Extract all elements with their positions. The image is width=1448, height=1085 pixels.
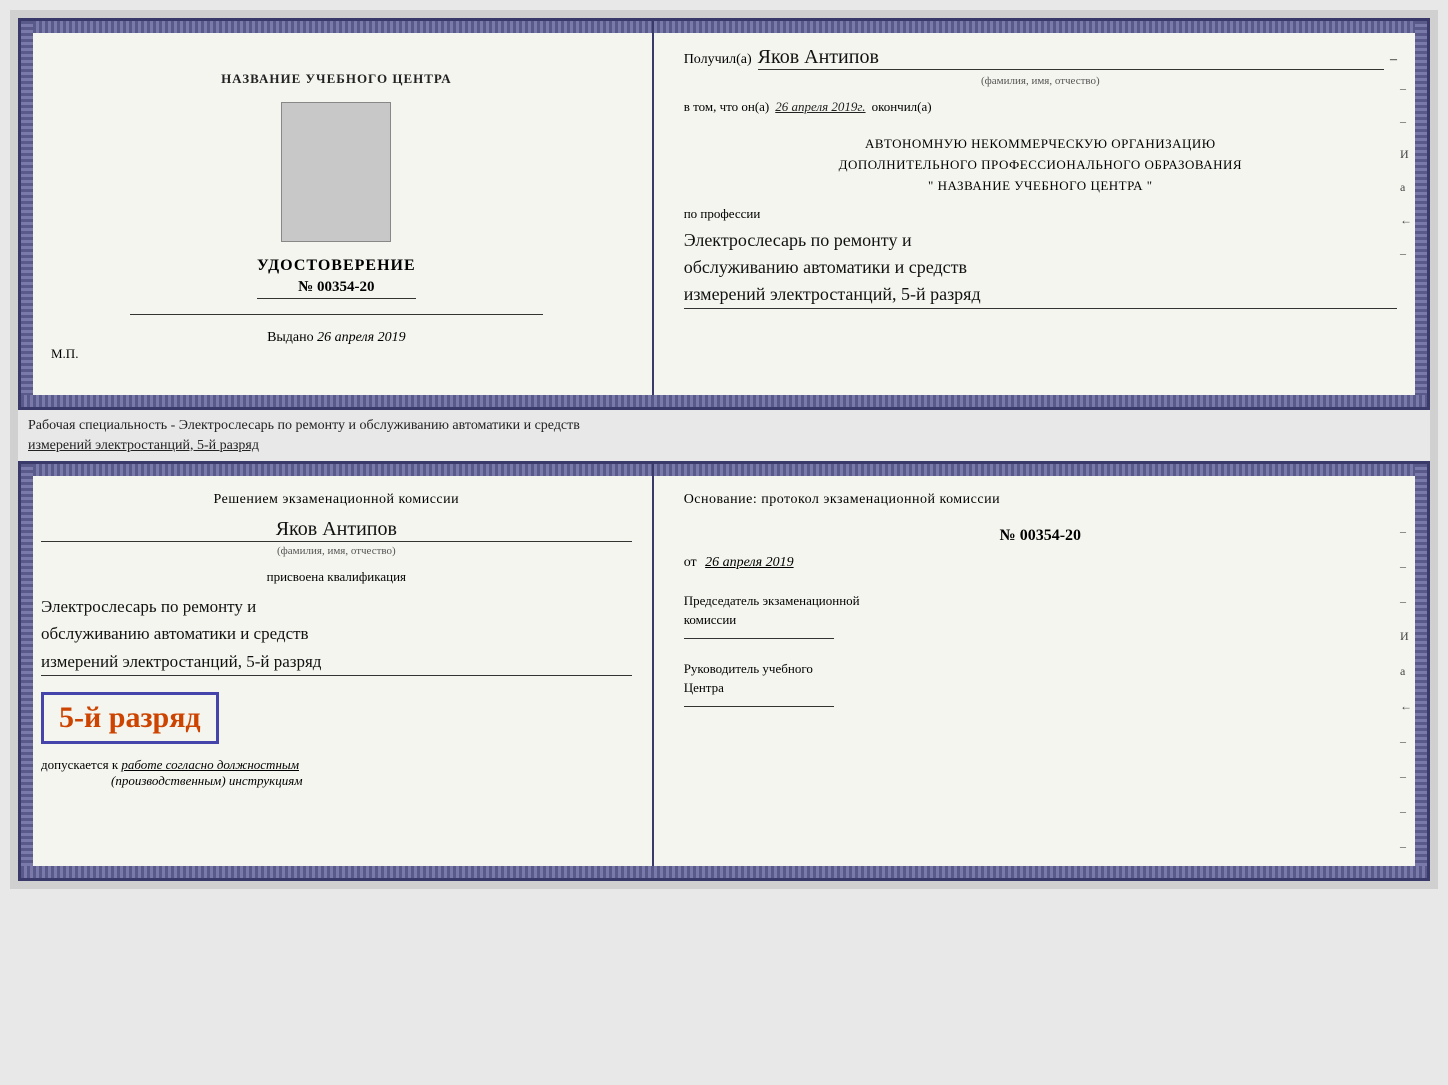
- right-side-chars: – – И а ← –: [1400, 81, 1412, 261]
- photo-area: [281, 102, 391, 242]
- label-ot: от: [684, 555, 697, 570]
- profession-line3: измерений электростанций, 5-й разряд: [684, 281, 1397, 308]
- label-po-professii: по профессии: [684, 206, 1397, 222]
- qual-line3: измерений электростанций, 5-й разряд: [41, 648, 632, 675]
- cert-line-separator: [130, 314, 543, 315]
- br-number: № 00354-20: [684, 527, 1397, 545]
- dopusk-italic2: (производственным) инструкциям: [111, 773, 632, 789]
- rukovoditel-line1: Руководитель учебного: [684, 659, 1397, 679]
- qualification-text: Электрослесарь по ремонту и обслуживанию…: [41, 593, 632, 676]
- rukovoditel-line2: Центра: [684, 678, 1397, 698]
- date-ot: 26 апреля 2019: [705, 555, 793, 570]
- label-predsedatel: Председатель экзаменационной комиссии: [684, 591, 1397, 630]
- label-dopuskaetsya: допускается к: [41, 757, 118, 772]
- predsedatel-line2: комиссии: [684, 610, 1397, 630]
- bottom-label-fio-sub: (фамилия, имя, отчество): [41, 545, 632, 557]
- middle-text-block: Рабочая специальность - Электрослесарь п…: [18, 410, 1430, 461]
- razryad-text: 5-й разряд: [59, 701, 201, 734]
- sign-line-rukovoditel: [684, 706, 834, 707]
- vtom-row: в том, что он(а) 26 апреля 2019г. окончи…: [684, 99, 1397, 119]
- bottom-right-side-chars: – – – И а ← – – – –: [1400, 524, 1412, 854]
- label-poluchil: Получил(а): [684, 52, 752, 68]
- fio-value: Яков Антипов: [758, 46, 1384, 70]
- top-certificate: НАЗВАНИЕ УЧЕБНОГО ЦЕНТРА УДОСТОВЕРЕНИЕ №…: [18, 18, 1430, 410]
- middle-line1: Рабочая специальность - Электрослесарь п…: [28, 416, 1420, 436]
- razryad-box-container: 5-й разряд: [41, 684, 632, 752]
- bottom-certificate: Решением экзаменационной комиссии Яков А…: [18, 461, 1430, 881]
- label-osnovanie: Основание: протокол экзаменационной коми…: [684, 489, 1397, 511]
- bottom-fio-value: Яков Антипов: [41, 518, 632, 542]
- top-cert-left-panel: НАЗВАНИЕ УЧЕБНОГО ЦЕНТРА УДОСТОВЕРЕНИЕ №…: [21, 21, 654, 407]
- profession-line1: Электрослесарь по ремонту и: [684, 227, 1397, 254]
- label-resheniem: Решением экзаменационной комиссии: [41, 489, 632, 510]
- org-line1: АВТОНОМНУЮ НЕКОММЕРЧЕСКУЮ ОРГАНИЗАЦИЮ: [684, 134, 1397, 155]
- org-line3: " НАЗВАНИЕ УЧЕБНОГО ЦЕНТРА ": [684, 176, 1397, 197]
- cert-mp: М.П.: [51, 346, 78, 362]
- sign-line-predsedatel: [684, 638, 834, 639]
- org-block: АВТОНОМНУЮ НЕКОММЕРЧЕСКУЮ ОРГАНИЗАЦИЮ ДО…: [684, 134, 1397, 196]
- profession-text: Электрослесарь по ремонту и обслуживанию…: [684, 227, 1397, 309]
- label-udostoverenie: УДОСТОВЕРЕНИЕ: [257, 257, 416, 275]
- dopusk-italic: работе согласно должностным: [121, 757, 299, 772]
- predsedatel-line1: Председатель экзаменационной: [684, 591, 1397, 611]
- profession-line2: обслуживанию автоматики и средств: [684, 254, 1397, 281]
- label-vtom: в том, что он(а): [684, 99, 770, 115]
- cert-vydano-row: Выдано 26 апреля 2019: [267, 330, 406, 346]
- label-rukovoditel: Руководитель учебного Центра: [684, 659, 1397, 698]
- qual-line2: обслуживанию автоматики и средств: [41, 620, 632, 647]
- bottom-cert-right: Основание: протокол экзаменационной коми…: [654, 464, 1427, 878]
- bottom-cert-left: Решением экзаменационной комиссии Яков А…: [21, 464, 654, 878]
- org-name-left: НАЗВАНИЕ УЧЕБНОГО ЦЕНТРА: [221, 71, 452, 87]
- main-container: НАЗВАНИЕ УЧЕБНОГО ЦЕНТРА УДОСТОВЕРЕНИЕ №…: [10, 10, 1438, 889]
- dopuskaetsya-row: допускается к работе согласно должностны…: [41, 757, 632, 773]
- poluchil-row: Получил(а) Яков Антипов –: [684, 46, 1397, 70]
- middle-line2: измерений электростанций, 5-й разряд: [28, 436, 1420, 456]
- br-ot-row: от 26 апреля 2019: [684, 555, 1397, 571]
- top-cert-right-panel: Получил(а) Яков Антипов – (фамилия, имя,…: [654, 21, 1427, 407]
- label-fio-sub: (фамилия, имя, отчество): [684, 75, 1397, 87]
- qual-line1: Электрослесарь по ремонту и: [41, 593, 632, 620]
- label-okonchil: окончил(а): [872, 99, 932, 115]
- label-prisvoena: присвоена квалификация: [41, 569, 632, 585]
- org-line2: ДОПОЛНИТЕЛЬНОГО ПРОФЕССИОНАЛЬНОГО ОБРАЗО…: [684, 155, 1397, 176]
- date-vtom: 26 апреля 2019г.: [775, 99, 865, 115]
- date-vydano: 26 апреля 2019: [317, 330, 405, 345]
- label-vydano: Выдано: [267, 330, 314, 345]
- razryad-box: 5-й разряд: [41, 692, 219, 744]
- cert-number: № 00354-20: [257, 279, 416, 299]
